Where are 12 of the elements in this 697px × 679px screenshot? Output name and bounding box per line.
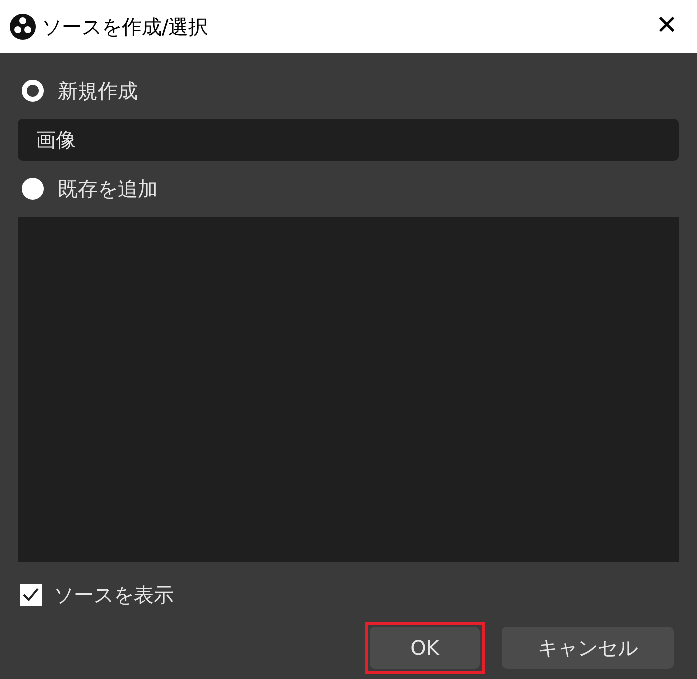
checkbox-label: ソースを表示 (54, 582, 174, 609)
name-field[interactable]: 画像 (18, 119, 679, 161)
window-title: ソースを作成/選択 (42, 14, 210, 40)
dialog-button[interactable]: OK (370, 627, 480, 669)
radio-button[interactable] (22, 80, 44, 102)
close-button[interactable]: ✕ (647, 6, 687, 46)
radio-label: 新規作成 (58, 78, 138, 105)
radio-button[interactable] (22, 178, 44, 200)
dialog-button[interactable]: キャンセル (502, 627, 674, 669)
checkbox[interactable] (20, 584, 42, 606)
radio-label: 既存を追加 (58, 176, 158, 203)
logo-icon (10, 14, 36, 40)
